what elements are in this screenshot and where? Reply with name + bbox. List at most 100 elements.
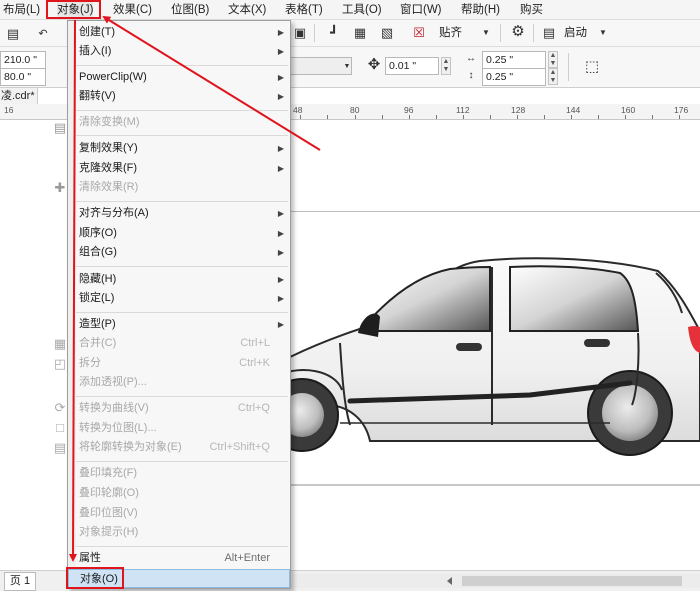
menu-effects[interactable]: 效果(C): [113, 2, 152, 18]
menu-item-clone-effect[interactable]: 克隆效果(F) ▶: [68, 159, 290, 178]
ruler-tick-label: 144: [566, 105, 581, 115]
menu-help[interactable]: 帮助(H): [461, 2, 500, 18]
full-screen-icon[interactable]: ▣: [292, 25, 308, 41]
menu-separator: [76, 201, 288, 202]
menu-item-overprint-outline[interactable]: 叠印轮廓(O): [68, 484, 290, 503]
menu-item-overprint-bitmap[interactable]: 叠印位图(V): [68, 504, 290, 523]
nudge-distance-icon: ✥: [367, 56, 381, 73]
tool-icon[interactable]: ✚: [53, 180, 67, 196]
menu-item-combine[interactable]: 合并(C) Ctrl+L: [68, 334, 290, 353]
menu-separator: [76, 312, 288, 313]
page-tab[interactable]: 页 1: [4, 572, 36, 591]
ruler-tick-label: 128: [511, 105, 526, 115]
undo-icon[interactable]: ↶: [38, 26, 48, 42]
menu-item-clear-effect[interactable]: 清除效果(R): [68, 178, 290, 197]
menu-separator: [76, 266, 288, 267]
menu-item-copy-effect[interactable]: 复制效果(Y) ▶: [68, 139, 290, 158]
document-tab[interactable]: 凌.cdr*: [0, 88, 38, 104]
menu-item-insert[interactable]: 插入(I) ▶: [68, 42, 290, 61]
menu-item-overprint-fill[interactable]: 叠印填充(F): [68, 464, 290, 483]
menu-separator: [76, 396, 288, 397]
tool-icon[interactable]: ⟳: [53, 400, 67, 416]
menu-item-powerclip[interactable]: PowerClip(W) ▶: [68, 68, 290, 87]
rulers-icon[interactable]: ┛: [326, 25, 342, 41]
toolbar-divider: [500, 24, 501, 42]
menu-bitmaps[interactable]: 位图(B): [171, 2, 209, 18]
menu-item-convert-to-curves[interactable]: 转换为曲线(V) Ctrl+Q: [68, 399, 290, 418]
menu-item-flip[interactable]: 翻转(V) ▶: [68, 87, 290, 106]
tool-icon[interactable]: □: [53, 420, 67, 436]
ruler-tick-label: 176: [674, 105, 689, 115]
menu-separator: [76, 546, 288, 547]
menu-tools[interactable]: 工具(O): [342, 2, 382, 18]
menu-item-properties[interactable]: 属性 Alt+Enter: [68, 549, 290, 568]
duplicate-distance-y-icon: ↕: [468, 70, 474, 81]
grid-icon[interactable]: ▦: [352, 25, 368, 41]
snap-to-label[interactable]: 贴齐: [439, 25, 462, 41]
nudge-spinner[interactable]: ▲ ▼: [441, 57, 451, 75]
menu-separator: [76, 461, 288, 462]
submenu-arrow-icon: ▶: [277, 294, 284, 303]
menu-item-order[interactable]: 顺序(O) ▶: [68, 224, 290, 243]
menu-item-group[interactable]: 组合(G) ▶: [68, 243, 290, 262]
tool-icon[interactable]: ◰: [53, 356, 67, 372]
menu-window[interactable]: 窗口(W): [400, 2, 442, 18]
menu-layout[interactable]: 布局(L): [3, 2, 40, 18]
duplicate-x-field[interactable]: 0.25 ": [482, 51, 546, 69]
submenu-arrow-icon: ▶: [277, 164, 284, 173]
menu-separator: [76, 65, 288, 66]
duplicate-x-spinner[interactable]: ▲ ▼: [548, 51, 558, 68]
menu-item-break-apart[interactable]: 拆分 Ctrl+K: [68, 354, 290, 373]
launch-dropdown-icon[interactable]: ▼: [598, 25, 608, 41]
menu-item-align-distribute[interactable]: 对齐与分布(A) ▶: [68, 204, 290, 223]
highlight-box-objects-item: [66, 567, 124, 589]
submenu-arrow-icon: ▶: [277, 92, 284, 101]
tool-icon[interactable]: ▦: [53, 336, 67, 352]
menu-table[interactable]: 表格(T): [285, 2, 323, 18]
menu-buy[interactable]: 购买: [520, 2, 543, 18]
ruler-tick-label: 112: [456, 105, 470, 115]
object-width-field[interactable]: 210.0 ": [0, 51, 46, 69]
tool-icon[interactable]: ▤: [53, 120, 67, 136]
object-menu-dropdown: 创建(T) ▶ 插入(I) ▶ PowerClip(W) ▶ 翻转(V) ▶ 清除变换(…: [67, 20, 291, 589]
duplicate-y-field[interactable]: 0.25 ": [482, 68, 546, 86]
horizontal-scrollbar[interactable]: [292, 574, 700, 588]
menu-item-create[interactable]: 创建(T) ▶: [68, 23, 290, 42]
ruler-tick-label: 16: [4, 105, 14, 115]
car-illustration[interactable]: [280, 245, 700, 475]
submenu-arrow-icon: ▶: [277, 47, 284, 56]
menu-item-outline-to-object[interactable]: 将轮廓转换为对象(E) Ctrl+Shift+Q: [68, 438, 290, 457]
menu-text[interactable]: 文本(X): [228, 2, 266, 18]
menu-item-object-hints[interactable]: 对象提示(H): [68, 523, 290, 542]
guidelines-icon[interactable]: ▧: [379, 25, 395, 41]
launch-label[interactable]: 启动: [564, 25, 587, 41]
duplicate-y-spinner[interactable]: ▲ ▼: [548, 68, 558, 85]
menu-item-shaping[interactable]: 造型(P) ▶: [68, 315, 290, 334]
paste-icon[interactable]: ▤: [6, 26, 20, 42]
ruler-tick-label: 160: [621, 105, 636, 115]
tool-icon[interactable]: ▤: [53, 440, 67, 456]
snap-dropdown-icon[interactable]: ▼: [481, 25, 491, 41]
rear-door-handle: [584, 339, 610, 347]
menu-item-add-perspective[interactable]: 添加透视(P)...: [68, 373, 290, 392]
rear-window: [509, 265, 640, 332]
menu-separator: [76, 110, 288, 111]
side-mirror: [358, 313, 380, 337]
launch-icon[interactable]: ▤: [541, 25, 557, 41]
units-dropdown-arrow-icon[interactable]: ▼: [342, 59, 352, 75]
highlight-box-object-menu: [46, 0, 101, 19]
nudge-distance-field[interactable]: 0.01 ": [385, 57, 439, 75]
menu-item-clear-transformations[interactable]: 清除变换(M): [68, 113, 290, 132]
menu-item-hide[interactable]: 隐藏(H) ▶: [68, 270, 290, 289]
front-door-handle: [456, 343, 482, 351]
toolbar-divider: [568, 53, 569, 81]
options-gear-icon[interactable]: ⚙: [509, 24, 527, 40]
select-frame-icon[interactable]: ⬚: [583, 59, 601, 75]
menu-item-lock[interactable]: 锁定(L) ▶: [68, 289, 290, 308]
menu-item-convert-to-bitmap[interactable]: 转换为位图(L)...: [68, 419, 290, 438]
object-height-field[interactable]: 80.0 ": [0, 68, 46, 86]
submenu-arrow-icon: ▶: [277, 144, 284, 153]
submenu-arrow-icon: ▶: [277, 248, 284, 257]
submenu-arrow-icon: ▶: [277, 28, 284, 37]
snap-off-icon[interactable]: ☒: [411, 25, 427, 41]
